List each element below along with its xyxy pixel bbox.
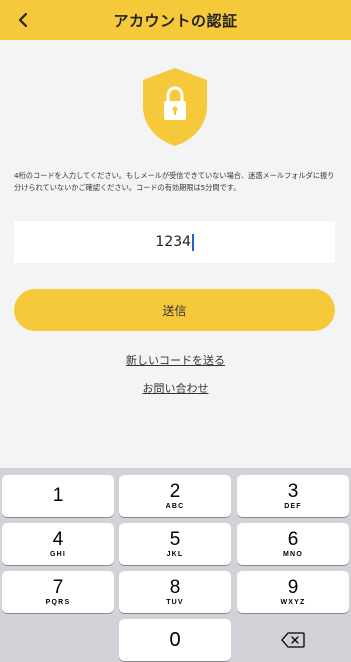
key-2-letters: ABC [165, 503, 185, 510]
key-3-digit: 3 [287, 481, 299, 502]
chevron-left-icon [18, 12, 28, 28]
key-0[interactable]: 0 [119, 619, 231, 661]
key-8-letters: TUV [166, 599, 184, 606]
page-title: アカウントの認証 [113, 11, 238, 30]
instruction-text: 4桁のコードを入力してください。もしメールが受信できていない場合、迷惑メールフォ… [14, 171, 335, 192]
key-6-letters: MNO [283, 551, 303, 558]
submit-button[interactable]: 送信 [14, 289, 335, 331]
text-caret [192, 233, 194, 251]
delete-key[interactable] [237, 619, 349, 661]
numeric-keypad: 1 2 ABC 3 DEF 4 GHI 5 JKL 6 MNO 7 PQRS 8… [0, 468, 351, 662]
key-5[interactable]: 5 JKL [119, 523, 231, 565]
key-7[interactable]: 7 PQRS [2, 571, 114, 613]
shield-lock-icon [139, 66, 211, 148]
back-button[interactable] [12, 8, 36, 32]
backspace-icon [281, 632, 305, 648]
key-2[interactable]: 2 ABC [119, 475, 231, 517]
key-1[interactable]: 1 [2, 475, 114, 517]
key-4-letters: GHI [49, 551, 67, 558]
key-8-digit: 8 [169, 577, 181, 598]
key-7-letters: PQRS [45, 599, 71, 606]
key-9-digit: 9 [287, 577, 299, 598]
key-9-letters: WXYZ [280, 599, 306, 606]
key-2-digit: 2 [169, 481, 181, 502]
key-3[interactable]: 3 DEF [237, 475, 349, 517]
key-9[interactable]: 9 WXYZ [237, 571, 349, 613]
key-7-digit: 7 [52, 577, 64, 598]
key-5-digit: 5 [169, 529, 181, 550]
key-6[interactable]: 6 MNO [237, 523, 349, 565]
contact-link[interactable]: お問い合わせ [0, 380, 351, 396]
key-4[interactable]: 4 GHI [2, 523, 114, 565]
code-input-value: 1234 [155, 234, 192, 250]
code-input[interactable]: 1234 [14, 221, 335, 263]
resend-code-link[interactable]: 新しいコードを送る [0, 352, 351, 368]
key-6-digit: 6 [287, 529, 299, 550]
key-8[interactable]: 8 TUV [119, 571, 231, 613]
key-1-digit: 1 [52, 485, 64, 506]
key-3-letters: DEF [284, 503, 302, 510]
key-0-digit: 0 [169, 629, 181, 651]
submit-button-label: 送信 [162, 303, 187, 318]
key-4-digit: 4 [52, 529, 64, 550]
key-5-letters: JKL [166, 551, 184, 558]
header-bar: アカウントの認証 [0, 0, 351, 40]
